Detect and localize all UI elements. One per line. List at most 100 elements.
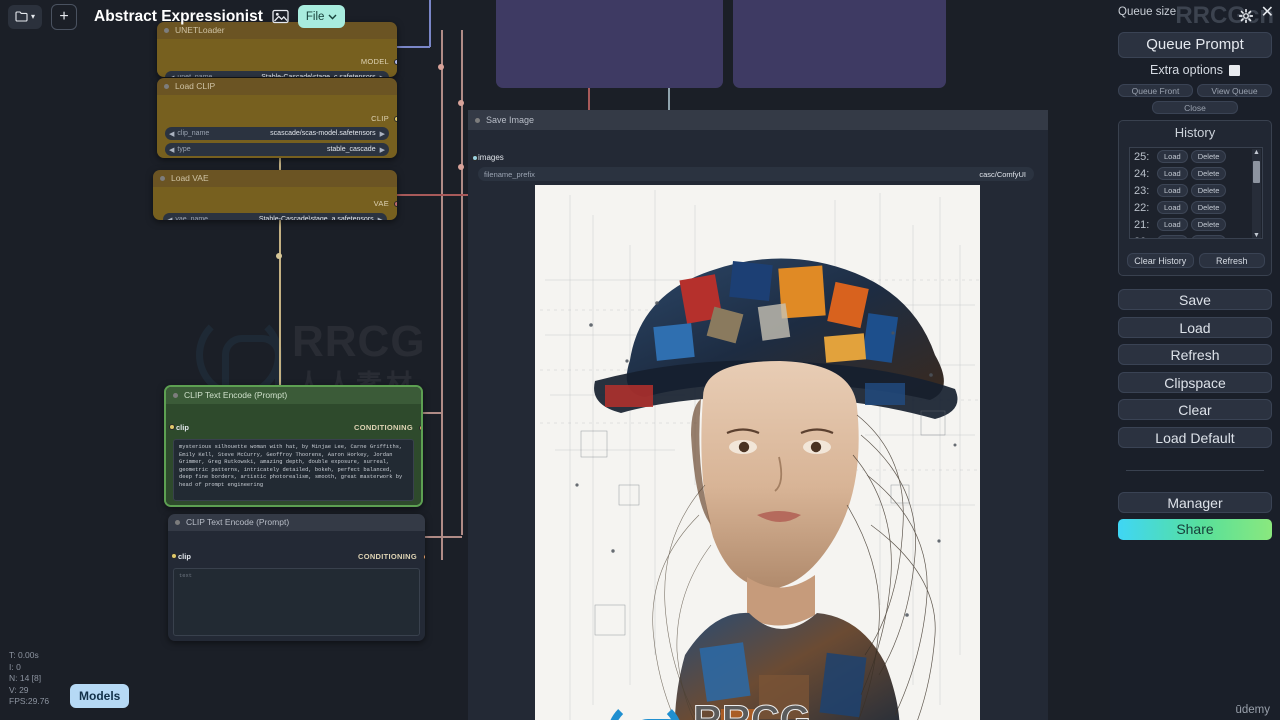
next-arrow-icon[interactable]: ▶ xyxy=(380,146,385,154)
clear-button[interactable]: Clear xyxy=(1118,399,1272,420)
node-purple-left[interactable] xyxy=(496,0,723,88)
node-load-clip[interactable]: Load CLIP CLIP ◀ clip_name scascade/scas… xyxy=(157,78,397,158)
history-delete-button[interactable]: Delete xyxy=(1190,184,1227,197)
next-arrow-icon[interactable]: ▶ xyxy=(378,216,383,221)
output-port-vae[interactable] xyxy=(394,201,397,207)
history-row[interactable]: 22: Load Delete xyxy=(1130,199,1262,216)
prev-arrow-icon[interactable]: ◀ xyxy=(167,216,172,221)
history-load-button[interactable]: Load xyxy=(1157,235,1188,238)
file-menu-label: File xyxy=(305,10,325,23)
extra-options-checkbox[interactable] xyxy=(1228,64,1240,76)
node-graph-canvas[interactable]: RRCG 人人素材 UNETLoader MODEL Load CLIP CLI… xyxy=(0,0,1280,720)
add-workflow-button[interactable]: + xyxy=(51,3,78,30)
sidebar-divider xyxy=(1126,470,1264,471)
slot-label-conditioning: CONDITIONING xyxy=(353,423,413,432)
node-load-vae[interactable]: Load VAE VAE ◀ vae_name Stable-Cascade\s… xyxy=(153,170,397,220)
node-save-image[interactable]: Save Image images filename_prefix casc/C… xyxy=(468,110,1048,720)
collapse-dot-icon[interactable] xyxy=(175,520,180,525)
history-load-button[interactable]: Load xyxy=(1157,167,1188,180)
prev-arrow-icon[interactable]: ◀ xyxy=(169,146,174,154)
widget-clip-name[interactable]: ◀ clip_name scascade/scas-model.safetens… xyxy=(165,127,389,140)
history-row[interactable]: 21: Load Delete xyxy=(1130,216,1262,233)
workflow-folder-button[interactable]: ▾ xyxy=(8,4,43,29)
output-port-conditioning[interactable] xyxy=(423,554,425,560)
generated-image[interactable]: RRCG 人人素材 xyxy=(535,185,980,720)
input-port-clip[interactable] xyxy=(171,553,177,559)
collapse-dot-icon[interactable] xyxy=(475,118,480,123)
load-default-button[interactable]: Load Default xyxy=(1118,427,1272,448)
gear-icon[interactable] xyxy=(1239,9,1253,23)
queue-front-button[interactable]: Queue Front xyxy=(1118,84,1193,97)
node-title-text: CLIP Text Encode (Prompt) xyxy=(184,390,288,400)
widget-label: type xyxy=(177,146,191,153)
history-load-button[interactable]: Load xyxy=(1157,184,1188,197)
extra-options-label: Extra options xyxy=(1150,63,1223,77)
widget-unet-name[interactable]: ◀ unet_name Stable-Cascade\stage_c.safet… xyxy=(165,71,389,77)
history-list[interactable]: 25: Load Delete 24: Load Delete 23: Load… xyxy=(1129,147,1263,239)
prompt-textarea[interactable]: mysterious silhouette woman with hat, by… xyxy=(173,439,414,501)
stat-fps: FPS:29.76 xyxy=(9,696,50,706)
node-clip-text-encode-negative[interactable]: CLIP Text Encode (Prompt) clip CONDITION… xyxy=(168,514,425,641)
share-button[interactable]: Share xyxy=(1118,519,1272,540)
history-row[interactable]: 23: Load Delete xyxy=(1130,182,1262,199)
refresh-button[interactable]: Refresh xyxy=(1118,344,1272,365)
history-delete-button[interactable]: Delete xyxy=(1190,218,1227,231)
prev-arrow-icon[interactable]: ◀ xyxy=(169,74,174,78)
history-scrollbar[interactable]: ▲ ▼ xyxy=(1252,149,1261,238)
next-arrow-icon[interactable]: ▶ xyxy=(380,130,385,138)
collapse-dot-icon[interactable] xyxy=(160,176,165,181)
prev-arrow-icon[interactable]: ◀ xyxy=(169,130,174,138)
folder-caret-icon: ▾ xyxy=(31,12,36,21)
udemy-watermark: ūdemy xyxy=(1235,704,1270,716)
clear-history-button[interactable]: Clear History xyxy=(1127,253,1194,268)
history-load-button[interactable]: Load xyxy=(1157,218,1188,231)
image-watermark: RRCG 人人素材 xyxy=(607,690,817,720)
scroll-up-icon[interactable]: ▲ xyxy=(1253,149,1260,156)
scroll-down-icon[interactable]: ▼ xyxy=(1253,232,1260,238)
image-icon[interactable] xyxy=(272,9,289,24)
history-panel: History 25: Load Delete 24: Load Delete … xyxy=(1118,120,1272,276)
save-button[interactable]: Save xyxy=(1118,289,1272,310)
scrollbar-thumb[interactable] xyxy=(1253,161,1260,183)
file-menu-button[interactable]: File xyxy=(297,5,346,28)
history-delete-button[interactable]: Delete xyxy=(1190,167,1227,180)
queue-prompt-button[interactable]: Queue Prompt xyxy=(1118,32,1272,58)
history-load-button[interactable]: Load xyxy=(1157,201,1188,214)
close-queue-button[interactable]: Close xyxy=(1152,101,1238,114)
history-load-button[interactable]: Load xyxy=(1157,150,1188,163)
history-delete-button[interactable]: Delete xyxy=(1190,201,1227,214)
close-icon[interactable]: ✕ xyxy=(1261,5,1274,21)
node-purple-right[interactable] xyxy=(733,0,946,88)
history-title: History xyxy=(1174,125,1216,140)
widget-clip-type[interactable]: ◀ type stable_cascade ▶ xyxy=(165,143,389,156)
history-row[interactable]: 24: Load Delete xyxy=(1130,165,1262,182)
output-port-model[interactable] xyxy=(394,59,397,65)
refresh-history-button[interactable]: Refresh xyxy=(1198,253,1265,268)
load-button[interactable]: Load xyxy=(1118,317,1272,338)
stat-iterations: I: 0 xyxy=(9,661,21,672)
widget-vae-name[interactable]: ◀ vae_name Stable-Cascade\stage_a.safete… xyxy=(163,213,387,220)
history-row[interactable]: 25: Load Delete xyxy=(1130,148,1262,165)
node-clip-text-encode-positive[interactable]: CLIP Text Encode (Prompt) clip CONDITION… xyxy=(164,385,423,507)
history-row[interactable]: 20: Load Delete xyxy=(1130,233,1262,238)
widget-value: stable_cascade xyxy=(326,146,376,153)
output-port-clip[interactable] xyxy=(394,116,397,122)
history-delete-button[interactable]: Delete xyxy=(1190,150,1227,163)
next-arrow-icon[interactable]: ▶ xyxy=(380,74,385,78)
wire xyxy=(441,30,443,560)
widget-filename-prefix[interactable]: filename_prefix casc/ComfyUI xyxy=(478,167,1034,181)
view-queue-button[interactable]: View Queue xyxy=(1197,84,1272,97)
node-title: CLIP Text Encode (Prompt) xyxy=(168,514,425,531)
prompt-textarea[interactable]: text xyxy=(173,568,420,636)
clipspace-button[interactable]: Clipspace xyxy=(1118,372,1272,393)
wire-dot xyxy=(276,253,282,259)
widget-value: Stable-Cascade\stage_c.safetensors xyxy=(261,74,375,77)
manager-button[interactable]: Manager xyxy=(1118,492,1272,513)
page-title: Abstract Expressionist xyxy=(94,7,263,25)
collapse-dot-icon[interactable] xyxy=(173,393,178,398)
collapse-dot-icon[interactable] xyxy=(164,84,169,89)
history-delete-button[interactable]: Delete xyxy=(1190,235,1227,238)
models-button[interactable]: Models xyxy=(70,684,130,708)
output-port-conditioning[interactable] xyxy=(419,425,421,431)
input-port-clip[interactable] xyxy=(169,424,175,430)
